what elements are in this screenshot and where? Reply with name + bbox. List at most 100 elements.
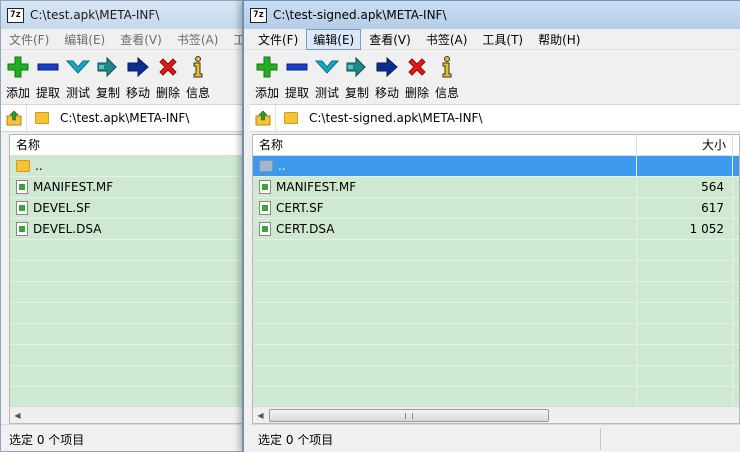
left-address-bar: C:\test.apk\META-INF\	[1, 104, 249, 132]
empty-row	[10, 324, 248, 345]
status-divider	[600, 428, 601, 450]
empty-row	[253, 302, 739, 324]
left-info-label: 信息	[185, 86, 210, 100]
empty-row	[253, 281, 739, 303]
left-delete-button[interactable]: 删除	[153, 50, 183, 103]
right-window-title: C:\test-signed.apk\META-INF\	[273, 8, 447, 22]
empty-row	[253, 323, 739, 345]
file-icon	[259, 222, 271, 236]
left-menu-edit[interactable]: 编辑(E)	[57, 29, 112, 50]
right-horizontal-scrollbar[interactable]: ◀	[253, 406, 739, 423]
file-name: DEVEL.SF	[33, 201, 91, 215]
right-address-text: C:\test-signed.apk\META-INF\	[309, 111, 483, 125]
right-copy-label: 复制	[344, 86, 369, 100]
left-list-body[interactable]: .. MANIFEST.MF DEVEL.SF DEVEL.DSA	[10, 156, 248, 406]
left-archive-window[interactable]: 7z C:\test.apk\META-INF\ 文件(F) 编辑(E) 查看(…	[0, 0, 250, 452]
right-menu-file[interactable]: 文件(F)	[251, 29, 305, 50]
scroll-thumb[interactable]	[269, 409, 549, 422]
plus-icon	[256, 56, 278, 78]
right-extract-label: 提取	[284, 86, 309, 100]
empty-row	[10, 261, 248, 282]
left-extract-label: 提取	[35, 86, 60, 100]
right-column-size[interactable]: 大小	[637, 135, 733, 156]
right-archive-window[interactable]: 7z C:\test-signed.apk\META-INF\ 文件(F) 编辑…	[242, 0, 740, 452]
right-address-field[interactable]: C:\test-signed.apk\META-INF\	[276, 105, 740, 131]
list-item[interactable]: ..	[253, 156, 739, 177]
list-item[interactable]: MANIFEST.MF	[10, 176, 248, 198]
file-name: ..	[35, 159, 43, 173]
minus-icon	[37, 63, 59, 71]
right-title-bar[interactable]: 7z C:\test-signed.apk\META-INF\	[244, 1, 740, 29]
right-up-folder-button[interactable]	[250, 105, 276, 131]
left-address-field[interactable]: C:\test.apk\META-INF\	[27, 105, 249, 131]
left-copy-button[interactable]: 复制	[93, 50, 123, 103]
empty-row	[253, 344, 739, 366]
right-status-bar: 选定 0 个项目	[250, 424, 740, 452]
left-test-label: 测试	[65, 86, 90, 100]
list-item[interactable]: DEVEL.SF	[10, 197, 248, 219]
list-item[interactable]: CERT.DSA 1 052	[253, 218, 739, 240]
left-info-button[interactable]: 信息	[183, 50, 213, 103]
file-name: CERT.SF	[276, 201, 324, 215]
right-move-button[interactable]: 移动	[372, 50, 402, 103]
x-icon	[408, 58, 426, 76]
right-test-button[interactable]: 测试	[312, 50, 342, 103]
right-delete-button[interactable]: 删除	[402, 50, 432, 103]
right-list-header: 名称 大小	[253, 135, 739, 156]
right-add-button[interactable]: 添加	[252, 50, 282, 103]
right-list-body[interactable]: .. MANIFEST.MF 564 CERT.SF 617 CERT.DSA …	[253, 156, 739, 406]
empty-row	[10, 345, 248, 366]
left-extract-button[interactable]: 提取	[33, 50, 63, 103]
left-add-label: 添加	[5, 86, 30, 100]
file-name: CERT.DSA	[276, 222, 335, 236]
right-info-label: 信息	[434, 86, 459, 100]
right-column-name[interactable]: 名称	[253, 135, 637, 156]
right-menu-help[interactable]: 帮助(H)	[531, 29, 587, 50]
info-icon	[442, 56, 452, 78]
left-add-button[interactable]: 添加	[3, 50, 33, 103]
left-status-bar: 选定 0 个项目	[1, 424, 249, 451]
list-item[interactable]: CERT.SF 617	[253, 197, 739, 219]
right-delete-label: 删除	[404, 86, 429, 100]
left-up-folder-button[interactable]	[1, 105, 27, 131]
left-horizontal-scrollbar[interactable]: ◀	[10, 406, 248, 423]
list-item[interactable]: ..	[10, 156, 248, 177]
left-menu-bookmarks[interactable]: 书签(A)	[170, 29, 226, 50]
double-arrow-icon	[346, 56, 366, 78]
left-column-name[interactable]: 名称	[10, 135, 248, 156]
right-menu-view[interactable]: 查看(V)	[362, 29, 418, 50]
right-copy-button[interactable]: 复制	[342, 50, 372, 103]
left-menu-view[interactable]: 查看(V)	[113, 29, 169, 50]
right-add-label: 添加	[254, 86, 279, 100]
scroll-left-icon[interactable]: ◀	[10, 408, 25, 423]
right-file-list[interactable]: 名称 大小 .. MANIFEST.MF 564 CERT.SF 617 CER…	[252, 134, 740, 424]
up-folder-icon	[255, 110, 270, 126]
list-item[interactable]: MANIFEST.MF 564	[253, 176, 739, 198]
file-name: DEVEL.DSA	[33, 222, 102, 236]
right-test-label: 测试	[314, 86, 339, 100]
right-info-button[interactable]: 信息	[432, 50, 462, 103]
left-move-button[interactable]: 移动	[123, 50, 153, 103]
file-size: 617	[637, 197, 733, 219]
left-test-button[interactable]: 测试	[63, 50, 93, 103]
file-size: 564	[637, 176, 733, 198]
7zip-app-icon: 7z	[7, 7, 24, 23]
right-address-bar: C:\test-signed.apk\META-INF\	[250, 104, 740, 132]
file-name: ..	[278, 159, 286, 173]
left-menu-file[interactable]: 文件(F)	[2, 29, 56, 50]
left-title-bar[interactable]: 7z C:\test.apk\META-INF\	[1, 1, 249, 29]
right-menu-bookmarks[interactable]: 书签(A)	[419, 29, 475, 50]
file-icon	[16, 222, 28, 236]
right-extract-button[interactable]: 提取	[282, 50, 312, 103]
folder-icon	[35, 112, 49, 124]
right-menu-edit[interactable]: 编辑(E)	[306, 28, 362, 50]
right-move-label: 移动	[374, 86, 399, 100]
empty-row	[10, 303, 248, 324]
left-file-list[interactable]: 名称 .. MANIFEST.MF DEVEL.SF DEVEL.DSA ◀	[9, 134, 249, 424]
scroll-left-icon[interactable]: ◀	[253, 408, 268, 423]
empty-row	[253, 386, 739, 406]
right-menu-tools[interactable]: 工具(T)	[475, 29, 530, 50]
7zip-app-icon: 7z	[250, 7, 267, 23]
list-item[interactable]: DEVEL.DSA	[10, 218, 248, 240]
check-chevron-icon	[315, 60, 339, 74]
